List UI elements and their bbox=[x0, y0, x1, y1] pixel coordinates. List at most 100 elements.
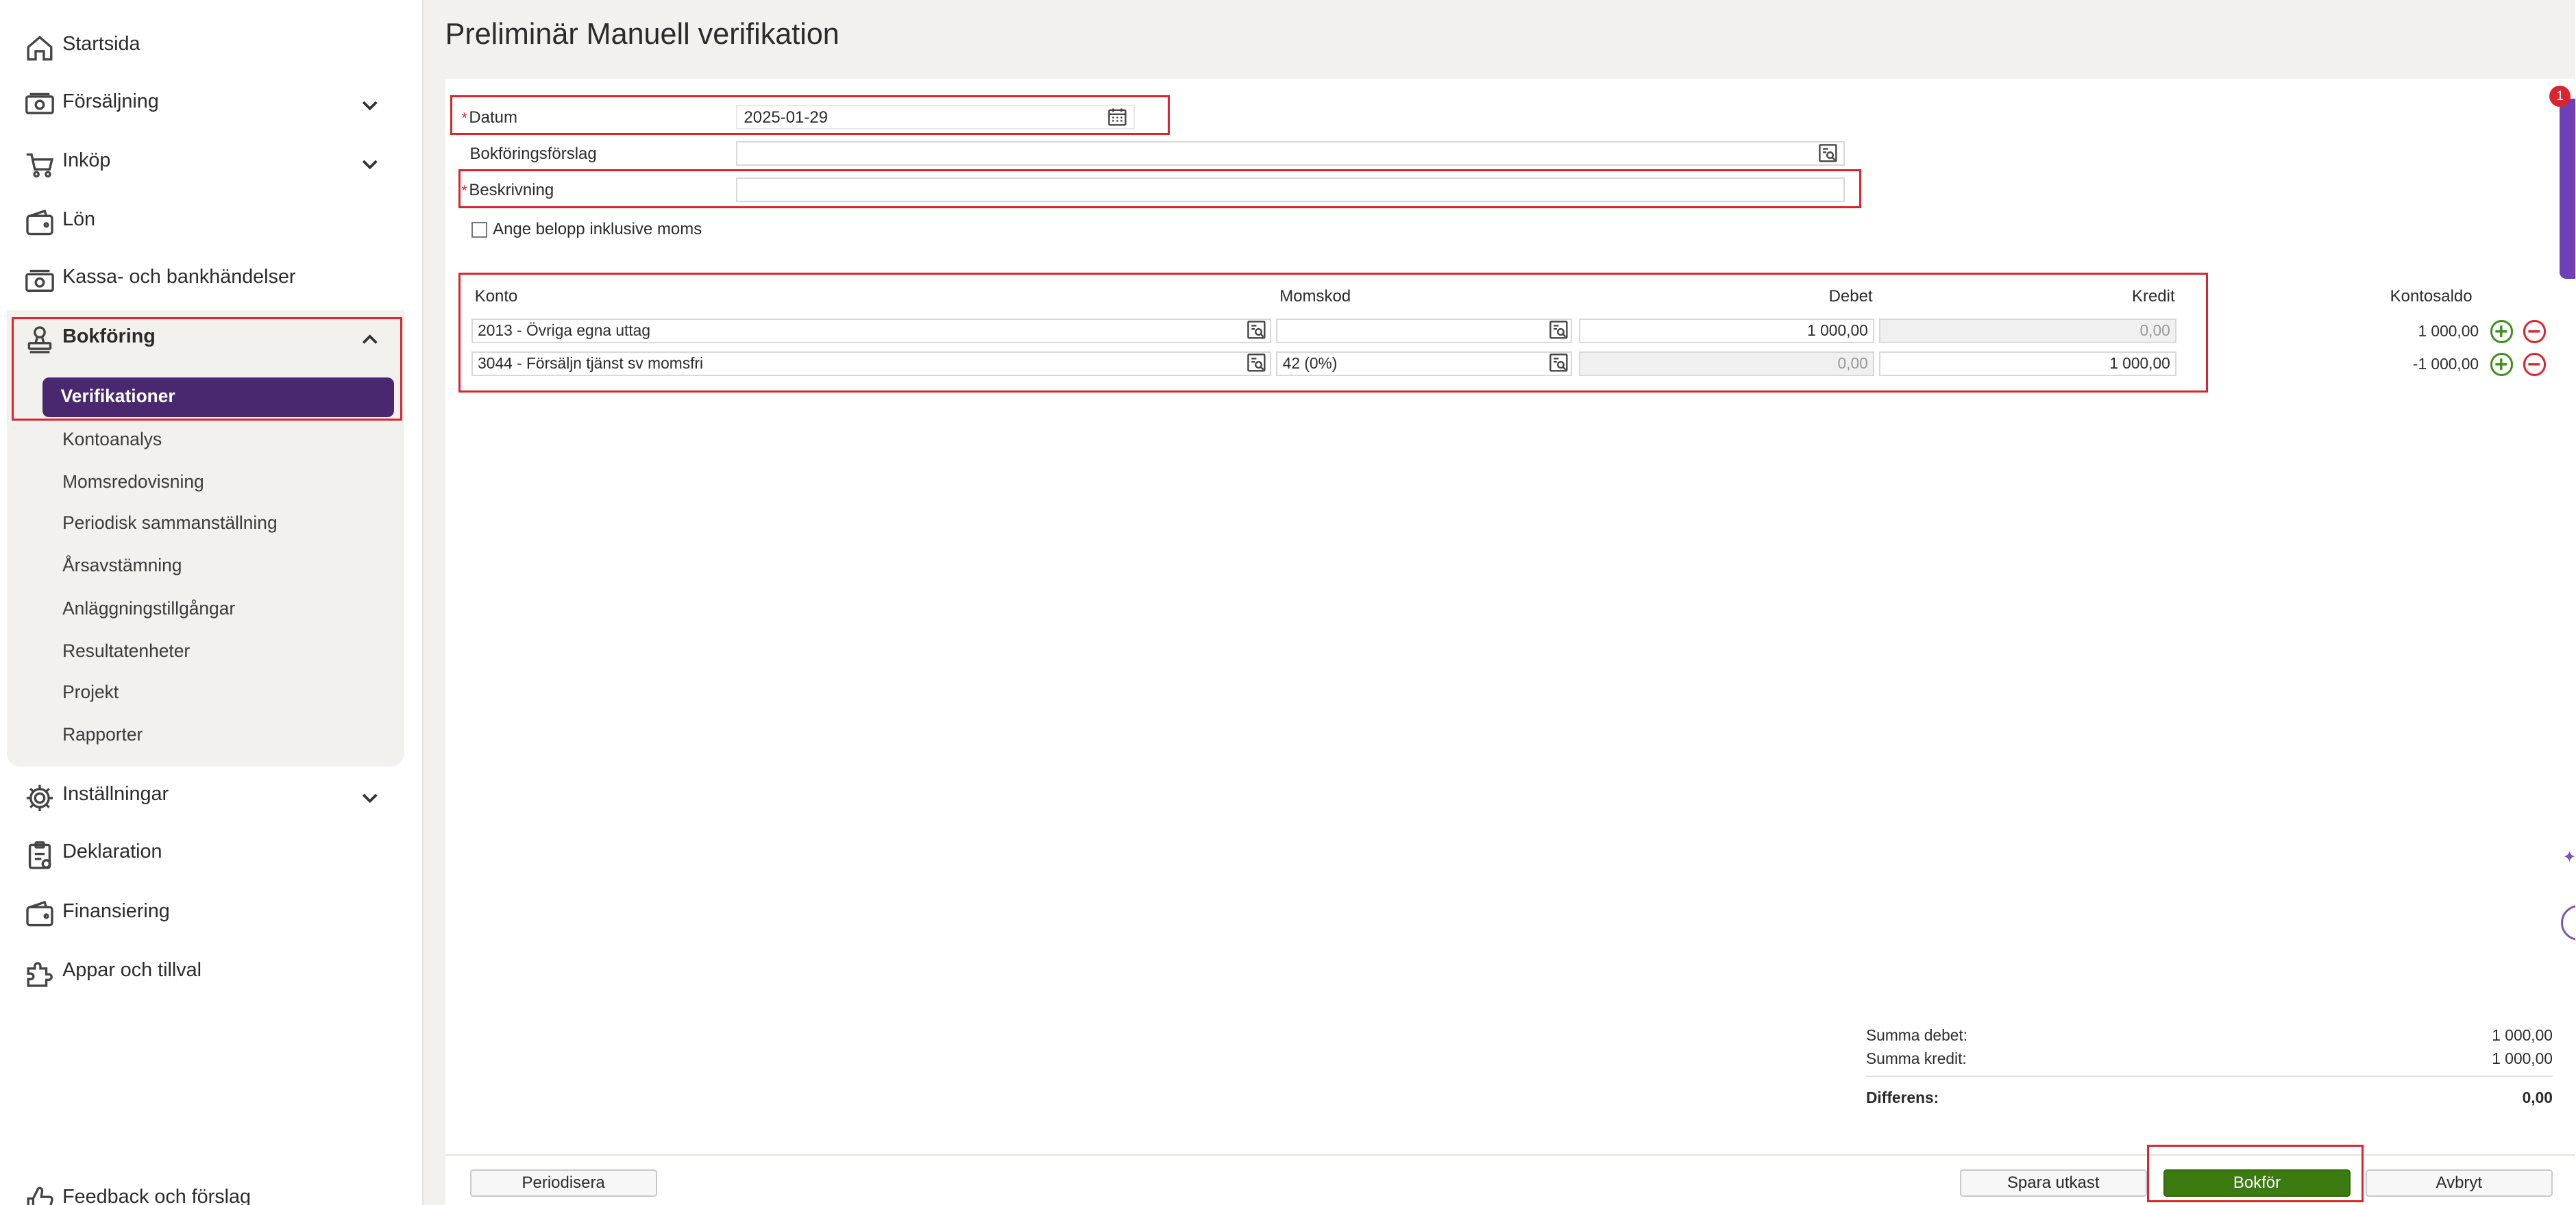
sidebar-item-label: Feedback och förslag bbox=[62, 1185, 251, 1205]
sidebar-item-label: Kassa- och bankhändelser bbox=[62, 266, 296, 288]
sidebar-item-label: Lön bbox=[62, 208, 96, 231]
calendar-icon[interactable] bbox=[1107, 107, 1127, 127]
divider bbox=[1865, 1076, 2553, 1078]
clipboard-icon bbox=[28, 841, 51, 869]
sidebar-subitem-arsavstamning[interactable]: Årsavstämning bbox=[62, 555, 182, 576]
sidebar-subitem-periodisk[interactable]: Periodisk sammanställning bbox=[62, 512, 278, 534]
sidebar-item-label: Finansiering bbox=[62, 899, 170, 922]
remove-row-button[interactable] bbox=[2523, 320, 2547, 343]
sidebar-item-label: Appar och tillval bbox=[62, 958, 202, 981]
minus-icon bbox=[2528, 362, 2540, 366]
sidebar-item-label: Deklaration bbox=[62, 841, 162, 863]
row1-kontosaldo: 1 000,00 bbox=[2418, 321, 2479, 340]
chevron-down-icon bbox=[362, 101, 378, 110]
lookup-icon[interactable] bbox=[1549, 320, 1569, 340]
sidebar-subitem-rapporter[interactable]: Rapporter bbox=[62, 724, 143, 745]
sidebar-item-label: Inköp bbox=[62, 149, 111, 172]
minus-icon bbox=[2528, 330, 2540, 333]
puzzle-icon bbox=[27, 962, 53, 988]
summa-kredit-value: 1 000,00 bbox=[2492, 1049, 2553, 1067]
lookup-icon[interactable] bbox=[1549, 353, 1569, 373]
verification-card bbox=[445, 79, 2576, 1205]
periodisera-button[interactable]: Periodisera bbox=[469, 1169, 657, 1197]
sidebar-item-label: Startsida bbox=[62, 32, 140, 55]
spara-utkast-button[interactable]: Spara utkast bbox=[1959, 1169, 2147, 1197]
stamp-icon bbox=[27, 326, 51, 353]
row1-debet[interactable]: 1 000,00 bbox=[1578, 319, 1874, 343]
sidebar-subitem-resultatenheter[interactable]: Resultatenheter bbox=[62, 641, 190, 662]
lookup-icon[interactable] bbox=[1247, 353, 1266, 373]
gear-icon bbox=[26, 784, 53, 812]
row2-konto[interactable]: 3044 - Försäljn tjänst sv momsfri bbox=[471, 351, 1272, 376]
row1-momskod[interactable] bbox=[1276, 319, 1572, 343]
cart-icon bbox=[26, 153, 53, 177]
thumb-icon bbox=[27, 1187, 53, 1205]
row2-kontosaldo: -1 000,00 bbox=[2412, 354, 2479, 373]
add-row-button[interactable] bbox=[2490, 320, 2514, 343]
sidebar-item-feedback[interactable]: Feedback och förslag bbox=[0, 1179, 410, 1205]
sidebar-item-bokforing[interactable]: Bokföring bbox=[0, 319, 410, 361]
row1-kredit[interactable]: 0,00 bbox=[1879, 319, 2176, 343]
datum-label: * Datum bbox=[461, 108, 517, 127]
lookup-icon[interactable] bbox=[1818, 143, 1838, 163]
sidebar-item-inkop[interactable]: Inköp bbox=[0, 143, 410, 186]
sidebar-item-finansiering[interactable]: Finansiering bbox=[0, 893, 410, 936]
chevron-down-icon bbox=[362, 160, 378, 170]
row2-momskod[interactable]: 42 (0%) bbox=[1276, 351, 1572, 376]
summa-debet-value: 1 000,00 bbox=[2492, 1026, 2553, 1045]
bokfor-button[interactable]: Bokför bbox=[2163, 1169, 2351, 1197]
column-header-kontosaldo: Kontosaldo bbox=[2390, 287, 2473, 306]
remove-row-button[interactable] bbox=[2523, 353, 2547, 376]
avbryt-button[interactable]: Avbryt bbox=[2365, 1169, 2553, 1197]
lookup-icon[interactable] bbox=[1247, 320, 1266, 340]
inkl-moms-label: Ange belopp inklusive moms bbox=[493, 220, 702, 239]
column-header-kredit: Kredit bbox=[2131, 287, 2175, 306]
divider bbox=[445, 1154, 2576, 1156]
column-header-debet: Debet bbox=[1828, 287, 1873, 306]
sidebar-item-startsida[interactable]: Startsida bbox=[0, 26, 410, 69]
sidebar-item-forsaljning[interactable]: Försäljning bbox=[0, 84, 410, 126]
sidebar-item-label: Försäljning bbox=[62, 90, 159, 112]
beskrivning-label: * Beskrivning bbox=[461, 180, 554, 199]
wallet-icon bbox=[25, 209, 53, 236]
datum-field[interactable]: 2025-01-29 bbox=[735, 105, 1136, 130]
row1-konto[interactable]: 2013 - Övriga egna uttag bbox=[471, 319, 1272, 343]
summa-kredit-label: Summa kredit: bbox=[1865, 1049, 1967, 1067]
inkl-moms-checkbox[interactable] bbox=[471, 221, 488, 238]
sidebar-item-label: Bokföring bbox=[62, 325, 156, 347]
bank-icon bbox=[25, 269, 54, 292]
sidebar-item-deklaration[interactable]: Deklaration bbox=[0, 834, 410, 877]
row2-kredit[interactable]: 1 000,00 bbox=[1879, 351, 2176, 376]
column-header-konto: Konto bbox=[474, 287, 518, 306]
sidebar-subitem-verifikationer[interactable]: Verifikationer bbox=[42, 377, 395, 417]
chevron-down-icon bbox=[362, 793, 378, 804]
sidebar-subitem-projekt[interactable]: Projekt bbox=[62, 682, 119, 703]
notification-badge: 1 bbox=[2549, 85, 2571, 107]
differens-value: 0,00 bbox=[2522, 1089, 2553, 1107]
sidebar-subitem-anlaggning[interactable]: Anläggningstillgångar bbox=[62, 598, 235, 619]
sidebar: Startsida Försäljning Inköp Lön Kassa- o… bbox=[0, 0, 424, 1205]
page-title: Preliminär Manuell verifikation bbox=[445, 18, 839, 51]
bokforingsforslag-label: Bokföringsförslag bbox=[469, 144, 597, 163]
sidebar-item-label: Inställningar bbox=[62, 783, 169, 806]
sidebar-subitem-label: Verifikationer bbox=[60, 386, 175, 407]
wallet-icon bbox=[25, 901, 53, 927]
bokforingsforslag-field[interactable] bbox=[735, 141, 1845, 166]
sidebar-item-kassa[interactable]: Kassa- och bankhändelser bbox=[0, 260, 410, 302]
add-row-button[interactable] bbox=[2490, 353, 2514, 376]
sidebar-subitem-kontoanalys[interactable]: Kontoanalys bbox=[62, 429, 162, 450]
sidebar-item-lon[interactable]: Lön bbox=[0, 202, 410, 245]
sidebar-item-installningar[interactable]: Inställningar bbox=[0, 777, 410, 819]
plus-icon bbox=[2495, 325, 2507, 337]
sidebar-subitem-momsredovisning[interactable]: Momsredovisning bbox=[62, 471, 204, 493]
differens-label: Differens: bbox=[1865, 1089, 1939, 1107]
home-icon bbox=[27, 35, 52, 60]
feedback-side-tab[interactable] bbox=[2559, 98, 2576, 279]
sparkle-icon: ✦ bbox=[2562, 847, 2576, 867]
chevron-up-icon bbox=[362, 334, 378, 345]
plus-icon bbox=[2495, 358, 2507, 370]
beskrivning-field[interactable] bbox=[735, 177, 1845, 202]
row2-debet[interactable]: 0,00 bbox=[1578, 351, 1874, 376]
column-header-momskod: Momskod bbox=[1279, 287, 1351, 306]
sidebar-item-appar[interactable]: Appar och tillval bbox=[0, 952, 410, 995]
